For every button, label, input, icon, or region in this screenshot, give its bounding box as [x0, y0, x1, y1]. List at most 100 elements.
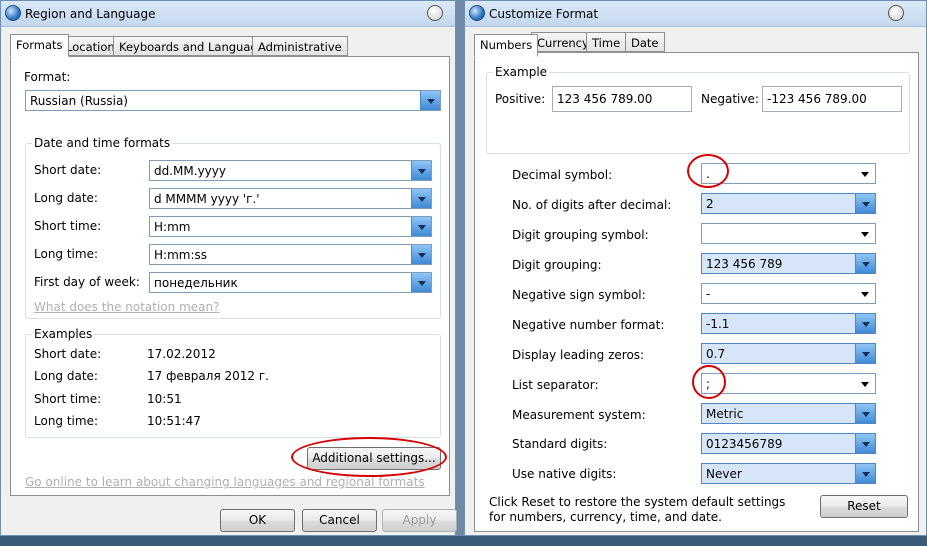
- positive-value: 123 456 789.00: [557, 92, 653, 106]
- negative-number-format-select[interactable]: -1.1: [701, 313, 876, 334]
- negative-number-format-value: -1.1: [706, 317, 730, 331]
- list-separator-select[interactable]: ;: [701, 373, 876, 394]
- digit-grouping-value: 123 456 789: [706, 257, 783, 271]
- negative-sign-value: -: [706, 287, 711, 301]
- chevron-down-icon: [411, 273, 431, 292]
- digit-grouping-symbol-label: Digit grouping symbol:: [512, 228, 649, 242]
- leading-zeros-value: 0.7: [706, 347, 726, 361]
- leading-zeros-label: Display leading zeros:: [512, 348, 645, 362]
- standard-digits-value: 0123456789: [706, 437, 783, 451]
- negative-sign-label: Negative sign symbol:: [512, 288, 646, 302]
- reset-note: Click Reset to restore the system defaul…: [489, 495, 786, 524]
- chevron-down-icon: [855, 284, 875, 303]
- ex-long-date-label: Long date:: [34, 369, 98, 383]
- negative-value: -123 456 789.00: [767, 92, 867, 106]
- datetime-group-title: Date and time formats: [32, 136, 173, 150]
- globe-icon: [469, 5, 485, 21]
- short-time-label: Short time:: [34, 219, 102, 233]
- cancel-button[interactable]: Cancel: [302, 509, 377, 532]
- title-bar: Customize Format: [465, 1, 926, 27]
- ok-button[interactable]: OK: [220, 509, 295, 532]
- tab-location[interactable]: Location: [60, 36, 121, 56]
- window-title: Region and Language: [25, 7, 156, 21]
- customize-format-window: Customize Format Numbers Currency Time D…: [464, 0, 927, 536]
- standard-digits-select[interactable]: 0123456789: [701, 433, 876, 454]
- first-day-label: First day of week:: [34, 275, 140, 289]
- long-date-select[interactable]: d MMMM yyyy 'г.': [149, 188, 432, 209]
- chevron-down-icon: [855, 404, 875, 423]
- long-date-value: d MMMM yyyy 'г.': [154, 192, 260, 206]
- help-icon[interactable]: [888, 5, 904, 21]
- ex-long-time-label: Long time:: [34, 414, 99, 428]
- reset-button[interactable]: Reset: [820, 495, 908, 518]
- tab-numbers[interactable]: Numbers: [474, 34, 539, 57]
- examples-group: Examples Short date: 17.02.2012 Long dat…: [25, 327, 441, 438]
- measurement-system-select[interactable]: Metric: [701, 403, 876, 424]
- chevron-down-icon: [855, 434, 875, 453]
- tab-administrative[interactable]: Administrative: [252, 36, 348, 56]
- first-day-select[interactable]: понедельник: [149, 272, 432, 293]
- format-label: Format:: [24, 70, 71, 84]
- negative-sign-select[interactable]: -: [701, 283, 876, 304]
- short-time-select[interactable]: H:mm: [149, 216, 432, 237]
- chevron-down-icon: [855, 194, 875, 213]
- long-time-select[interactable]: H:mm:ss: [149, 244, 432, 265]
- native-digits-label: Use native digits:: [512, 467, 617, 481]
- long-time-label: Long time:: [34, 247, 99, 261]
- ex-long-date-value: 17 февраля 2012 г.: [147, 369, 269, 383]
- chevron-down-icon: [411, 245, 431, 264]
- window-title: Customize Format: [489, 7, 599, 21]
- ex-short-date-label: Short date:: [34, 347, 102, 361]
- list-separator-label: List separator:: [512, 378, 599, 392]
- negative-label: Negative:: [701, 92, 759, 106]
- first-day-value: понедельник: [154, 276, 238, 290]
- ex-short-time-label: Short time:: [34, 392, 102, 406]
- additional-settings-button[interactable]: Additional settings...: [307, 447, 441, 470]
- tab-date[interactable]: Date: [625, 32, 665, 52]
- leading-zeros-select[interactable]: 0.7: [701, 343, 876, 364]
- measurement-system-label: Measurement system:: [512, 408, 646, 422]
- example-group-title: Example: [493, 65, 550, 79]
- digits-after-decimal-select[interactable]: 2: [701, 193, 876, 214]
- decimal-symbol-select[interactable]: .: [701, 163, 876, 184]
- title-bar: Region and Language: [1, 1, 455, 27]
- short-date-select[interactable]: dd.MM.yyyy: [149, 160, 432, 181]
- native-digits-value: Never: [706, 467, 742, 481]
- negative-example: -123 456 789.00: [762, 86, 902, 112]
- chevron-down-icon: [411, 217, 431, 236]
- globe-icon: [5, 5, 21, 21]
- list-separator-value: ;: [706, 377, 711, 391]
- chevron-down-icon: [411, 189, 431, 208]
- chevron-down-icon: [855, 374, 875, 393]
- format-value: Russian (Russia): [30, 94, 128, 108]
- ex-short-time-value: 10:51: [147, 392, 182, 406]
- measurement-system-value: Metric: [706, 407, 744, 421]
- numbers-panel: Example Positive: 123 456 789.00 Negativ…: [474, 52, 919, 532]
- short-time-value: H:mm: [154, 220, 191, 234]
- notation-link[interactable]: What does the notation mean?: [34, 300, 219, 314]
- digit-grouping-select[interactable]: 123 456 789: [701, 253, 876, 274]
- chevron-down-icon: [855, 344, 875, 363]
- tab-time[interactable]: Time: [586, 32, 627, 52]
- tab-formats[interactable]: Formats: [10, 34, 69, 57]
- long-date-label: Long date:: [34, 191, 98, 205]
- chevron-down-icon: [420, 91, 440, 110]
- negative-number-format-label: Negative number format:: [512, 318, 665, 332]
- chevron-down-icon: [855, 224, 875, 243]
- formats-panel: Format: Russian (Russia) Date and time f…: [10, 56, 450, 496]
- positive-example: 123 456 789.00: [552, 86, 692, 112]
- native-digits-select[interactable]: Never: [701, 463, 876, 484]
- digits-after-decimal-label: No. of digits after decimal:: [512, 198, 672, 212]
- format-select[interactable]: Russian (Russia): [25, 90, 441, 111]
- chevron-down-icon: [855, 164, 875, 183]
- online-help-link[interactable]: Go online to learn about changing langua…: [25, 475, 425, 489]
- positive-label: Positive:: [495, 92, 546, 106]
- help-icon[interactable]: [427, 5, 443, 21]
- long-time-value: H:mm:ss: [154, 248, 207, 262]
- digit-grouping-symbol-select[interactable]: [701, 223, 876, 244]
- chevron-down-icon: [855, 464, 875, 483]
- short-date-label: Short date:: [34, 163, 102, 177]
- chevron-down-icon: [855, 254, 875, 273]
- apply-button[interactable]: Apply: [382, 509, 457, 532]
- ex-long-time-value: 10:51:47: [147, 414, 201, 428]
